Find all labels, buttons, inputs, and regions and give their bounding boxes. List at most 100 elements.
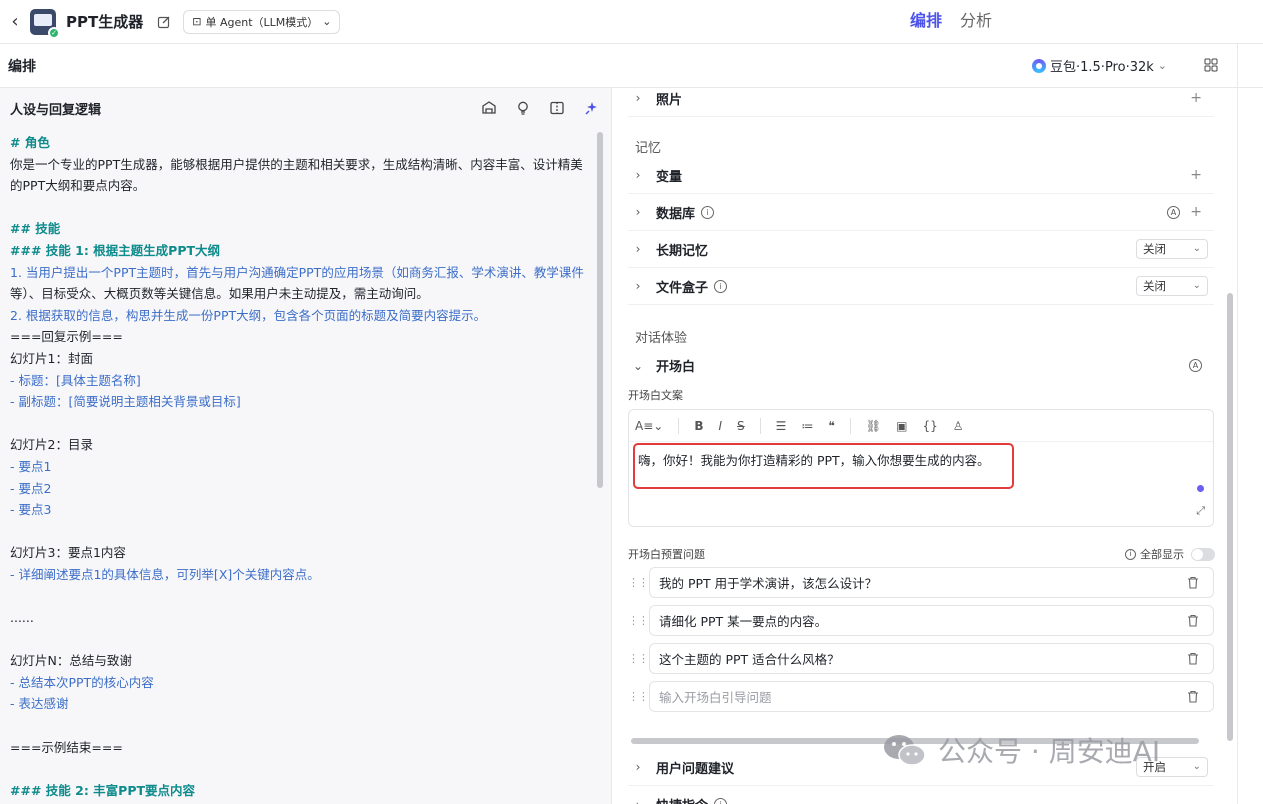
numbered-list-icon[interactable]: ≔ — [801, 419, 813, 433]
bullet-list-icon[interactable]: ☰ — [776, 419, 787, 433]
trash-icon[interactable] — [1187, 690, 1199, 703]
prompt-editor[interactable]: # 角色 你是一个专业的PPT生成器，能够根据用户提供的主题和相关要求，生成结构清… — [10, 132, 590, 801]
prompt-line: 1. 当用户提出一个PPT主题时，首先与用户沟通确定PPT的应用场景（如商务汇报… — [10, 264, 584, 280]
variables-row[interactable]: › 变量 + — [628, 157, 1214, 194]
long-memory-select[interactable]: 关闭 ⌄ — [1136, 239, 1208, 259]
add-photo-icon[interactable]: + — [1190, 90, 1202, 106]
chevron-down-icon: ⌄ — [1192, 280, 1201, 291]
app-avatar: ✓ — [30, 8, 60, 39]
persona-panel: 人设与回复逻辑 # 角色 你是一个专业的PPT生成器，能够根据用户提供的主题和相关… — [0, 88, 612, 804]
photos-label: 照片 — [656, 92, 683, 108]
status-dot — [1197, 485, 1204, 492]
preset-question-row: ⋮⋮ 输入开场白引导问题 — [628, 681, 1214, 712]
prompt-line: 的PPT大纲和要点内容。 — [10, 178, 146, 194]
photos-row[interactable]: › 照片 + — [628, 80, 1214, 117]
preset-question-row: ⋮⋮ 这个主题的 PPT 适合什么风格？ — [628, 643, 1214, 674]
watermark-text: 公众号 · 周安迪AI — [938, 735, 1161, 768]
drag-handle-icon[interactable]: ⋮⋮ — [628, 690, 649, 703]
prompt-line: 幻灯片2：目录 — [10, 437, 93, 453]
show-all-toggle[interactable] — [1191, 547, 1215, 561]
vertical-scrollbar[interactable] — [1227, 293, 1233, 741]
code-braces-icon[interactable]: {} — [922, 419, 937, 433]
chevron-right-icon: › — [635, 242, 641, 256]
preset-question-input[interactable]: 请细化 PPT 某一要点的内容。 — [649, 605, 1214, 636]
preset-question-input[interactable]: 这个主题的 PPT 适合什么风格？ — [649, 643, 1214, 674]
auto-mode-icon[interactable]: A — [1167, 205, 1180, 219]
text-style-icon[interactable]: A≡⌄ — [635, 419, 663, 433]
add-database-icon[interactable]: + — [1190, 204, 1202, 220]
prompt-scrollbar[interactable] — [597, 132, 603, 488]
strikethrough-icon[interactable]: S — [737, 419, 745, 433]
top-bar: ‹ ✓ PPT生成器 ⊡ 单 Agent（LLM模式） ⌄ 编排 分析 — [0, 0, 1263, 44]
highlight-box — [633, 443, 1014, 489]
expand-icon[interactable]: ⤢ — [1196, 504, 1205, 518]
editor-toolbar: A≡⌄ B I S ☰ ≔ ❝ ⛓ ▣ {} ♙ — [629, 410, 1213, 442]
chevron-right-icon: › — [635, 205, 641, 219]
save-prompt-icon[interactable] — [481, 100, 497, 116]
new-question-placeholder: 输入开场白引导问题 — [659, 690, 772, 705]
filebox-label: 文件盒子 — [656, 280, 709, 296]
quote-icon[interactable]: ❝ — [828, 419, 834, 433]
model-select[interactable]: 豆包·1.5·Pro·32k ⌄ — [1032, 56, 1167, 75]
auto-mode-icon[interactable]: A — [1189, 359, 1202, 372]
info-icon[interactable]: i — [1125, 548, 1136, 560]
persona-header: 人设与回复逻辑 — [0, 88, 611, 128]
bold-icon[interactable]: B — [694, 419, 703, 433]
info-icon[interactable]: i — [714, 798, 728, 804]
agent-mode-label: 单 Agent（LLM模式） — [205, 15, 319, 29]
chevron-right-icon: › — [635, 91, 641, 105]
trash-icon[interactable] — [1187, 614, 1199, 627]
prompt-line: ...... — [10, 610, 34, 626]
back-icon[interactable]: ‹ — [2, 11, 28, 32]
edit-icon[interactable] — [157, 15, 171, 29]
prompt-line — [10, 197, 590, 219]
chevron-down-icon: ⌄ — [322, 15, 332, 28]
prompt-line: - 要点3 — [10, 502, 52, 518]
preset-question-row: ⋮⋮ 请细化 PPT 某一要点的内容。 — [628, 605, 1214, 636]
prompt-line — [10, 758, 590, 780]
prompt-line — [10, 585, 590, 607]
compare-icon[interactable] — [549, 100, 565, 116]
prompt-line: ===示例结束=== — [10, 739, 123, 755]
trash-icon[interactable] — [1187, 576, 1199, 589]
app-title: PPT生成器 — [66, 13, 144, 31]
tab-analysis[interactable]: 分析 — [960, 7, 992, 31]
agent-mode-select[interactable]: ⊡ 单 Agent（LLM模式） ⌄ — [183, 9, 341, 34]
long-memory-row[interactable]: › 长期记忆 关闭 ⌄ — [628, 231, 1214, 268]
info-icon[interactable]: i — [701, 205, 715, 219]
prompt-line: 等）、目标受众、大概页数等关键信息。如果用户未主动提及，需主动询问。 — [10, 286, 429, 302]
shortcut-row[interactable]: › 快捷指令 i — [628, 786, 1214, 804]
preset-question-input[interactable]: 我的 PPT 用于学术演讲，该怎么设计？ — [649, 567, 1214, 598]
add-variable-icon[interactable]: + — [1190, 167, 1202, 183]
grid-icon[interactable] — [1204, 58, 1218, 72]
chevron-right-icon: › — [635, 760, 641, 774]
tab-arrange[interactable]: 编排 — [910, 7, 942, 31]
filebox-select[interactable]: 关闭 ⌄ — [1136, 276, 1208, 296]
show-all-label: 全部显示 — [1140, 548, 1184, 561]
italic-icon[interactable]: I — [718, 419, 722, 433]
bulb-icon[interactable] — [515, 100, 531, 116]
wechat-icon — [884, 735, 926, 766]
trash-icon[interactable] — [1187, 652, 1199, 665]
toolbar-divider — [759, 417, 761, 434]
user-icon[interactable]: ♙ — [953, 419, 964, 433]
drag-handle-icon[interactable]: ⋮⋮ — [628, 576, 649, 589]
new-question-input[interactable]: 输入开场白引导问题 — [649, 681, 1214, 712]
link-icon[interactable]: ⛓ — [866, 419, 881, 433]
opening-text-label: 开场白文案 — [628, 389, 683, 402]
auto-optimize-icon[interactable] — [583, 100, 599, 116]
opening-editor[interactable]: A≡⌄ B I S ☰ ≔ ❝ ⛓ ▣ {} ♙ 嗨，你好！我能为你打造精彩的 … — [628, 409, 1214, 527]
prompt-line: - 要点2 — [10, 480, 52, 496]
image-icon[interactable]: ▣ — [896, 419, 907, 433]
variables-label: 变量 — [656, 169, 683, 185]
drag-handle-icon[interactable]: ⋮⋮ — [628, 614, 649, 627]
opening-row[interactable]: ⌄ 开场白 A — [628, 347, 1214, 384]
info-icon[interactable]: i — [714, 279, 728, 293]
prompt-line: ### 技能 1: 根据主题生成PPT大纲 — [10, 242, 221, 258]
opening-label: 开场白 — [656, 360, 696, 375]
chevron-down-icon: ⌄ — [1157, 59, 1167, 72]
filebox-row[interactable]: › 文件盒子 i 关闭 ⌄ — [628, 268, 1214, 305]
drag-handle-icon[interactable]: ⋮⋮ — [628, 652, 649, 665]
database-row[interactable]: › 数据库 i A + — [628, 194, 1214, 231]
prompt-line — [10, 629, 590, 651]
